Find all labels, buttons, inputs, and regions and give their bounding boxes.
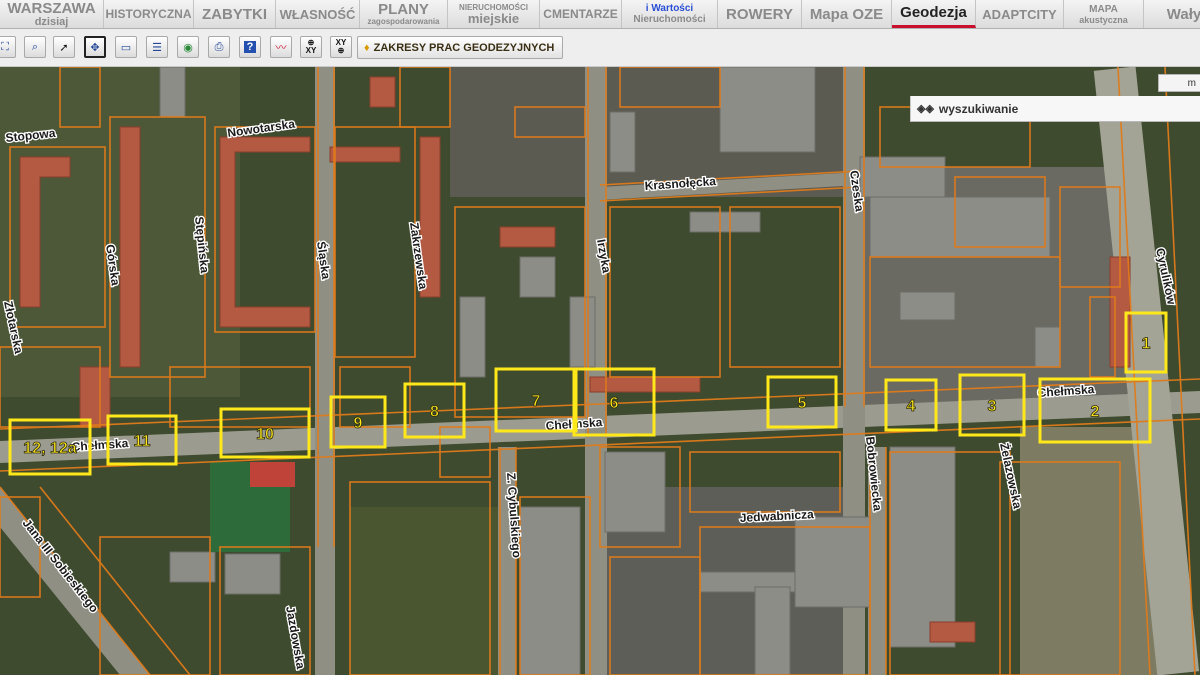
survey-area-label: 6	[610, 395, 619, 412]
tab-label: HISTORYCZNA	[105, 7, 192, 21]
tab-waly[interactable]: Wały	[1144, 0, 1200, 28]
tab-zabytki[interactable]: ZABYTKI	[194, 0, 276, 28]
coordinates-xy-icon: ⊕ XY	[305, 38, 317, 55]
line-draw-icon: 〰	[275, 42, 287, 54]
map-toolbar: ⛶ ⌕ ➚ ✥ ▭ ☰ ◉ ⎙ ? 〰 ⊕ XY XY ⊕ ♦ ZAKRESY PRA…	[0, 29, 1200, 67]
zakresy-label: ZAKRESY PRAC GEODEZYJNYCH	[373, 41, 555, 54]
tab-label: PLANY	[378, 1, 429, 18]
tab-mapa-akustyczna[interactable]: MAPA akustyczna	[1064, 0, 1144, 28]
survey-area-label: 1	[1142, 336, 1151, 353]
tab-label: Geodezja	[900, 4, 967, 21]
tab-label: Mapa OZE	[809, 5, 884, 23]
tab-label: ADAPTCITY	[982, 6, 1057, 22]
tab-sublabel: Nieruchomości	[633, 14, 706, 25]
tab-label: WŁASNOŚĆ	[279, 6, 356, 22]
tab-cmentarze[interactable]: CMENTARZE	[540, 0, 622, 28]
globe-button[interactable]: ◉	[177, 36, 199, 58]
tab-sublabel: zagospodarowania	[367, 17, 440, 26]
search-panel[interactable]: ◈◈ wyszukiwanie	[910, 96, 1200, 122]
full-extent-button[interactable]: ⛶	[0, 36, 16, 58]
survey-area-label: 11	[134, 433, 151, 450]
tab-wartosci-nieruchomosci[interactable]: i Wartości Nieruchomości	[622, 0, 718, 28]
tab-nieruchomosci-miejskie[interactable]: NIERUCHOMOŚCI miejskie	[448, 0, 540, 28]
tab-wlasnosc[interactable]: WŁASNOŚĆ	[276, 0, 360, 28]
pointer-button[interactable]: ➚	[53, 36, 75, 58]
tab-sublabel: dzisiaj	[34, 15, 69, 28]
measure-icon: ▭	[120, 41, 132, 54]
tab-label: ZABYTKI	[202, 5, 267, 23]
print-button[interactable]: ⎙	[208, 36, 230, 58]
survey-area-label: 8	[430, 404, 439, 421]
pan-hand-icon: ✥	[90, 41, 100, 54]
survey-area-label: 10	[256, 426, 274, 443]
aerial-map: Stopowa Nowotarska Krasnołęcka Czeska Cy…	[0, 67, 1200, 675]
tab-geodezja[interactable]: Geodezja	[892, 0, 976, 28]
full-extent-icon: ⛶	[1, 40, 9, 53]
survey-area-label: 3	[988, 398, 997, 415]
help-button[interactable]: ?	[239, 36, 261, 58]
tab-historyczna[interactable]: HISTORYCZNA	[104, 0, 194, 28]
search-label: wyszukiwanie	[938, 101, 1019, 116]
survey-area-label: 7	[532, 393, 541, 410]
print-icon: ⎙	[214, 40, 224, 53]
survey-area-label: 5	[798, 395, 807, 412]
legend-button[interactable]: ☰	[146, 36, 168, 58]
survey-area-label: 2	[1091, 404, 1100, 421]
goto-xy-label: XY	[335, 38, 347, 47]
tab-label: ROWERY	[726, 5, 793, 23]
globe-icon: ◉	[183, 41, 193, 54]
top-navigation: WARSZAWA dzisiaj HISTORYCZNA ZABYTKI WŁAS…	[0, 0, 1200, 29]
tab-sublabel: miejskie	[467, 11, 520, 26]
measure-button[interactable]: ▭	[115, 36, 137, 58]
binoculars-icon: ◈◈	[917, 103, 934, 115]
legend-icon: ☰	[152, 41, 162, 54]
survey-area-label: 12, 12a	[23, 440, 76, 457]
tab-label: Wały	[1166, 5, 1200, 23]
zakresy-prac-button[interactable]: ♦ ZAKRESY PRAC GEODEZYJNYCH	[357, 36, 564, 59]
tab-mapa-oze[interactable]: Mapa OZE	[802, 0, 892, 28]
map-view[interactable]: Stopowa Nowotarska Krasnołęcka Czeska Cy…	[0, 67, 1200, 675]
tab-label: CMENTARZE	[543, 7, 618, 21]
coordinates-button[interactable]: ⊕ XY	[300, 36, 322, 58]
tab-label: MAPA	[1089, 3, 1118, 15]
line-draw-button[interactable]: 〰	[270, 36, 292, 58]
zoom-window-icon: ⌕	[31, 40, 39, 53]
tab-sublabel: akustyczna	[1079, 14, 1128, 25]
tab-label: WARSZAWA	[7, 0, 96, 17]
survey-area-label: 9	[354, 415, 363, 432]
survey-area-label: 4	[907, 398, 916, 415]
goto-xy-icon: XY ⊕	[335, 38, 347, 55]
coordinates-label: XY	[305, 46, 317, 55]
tab-plany[interactable]: PLANY zagospodarowania	[360, 0, 448, 28]
tab-rowery[interactable]: ROWERY	[718, 0, 802, 28]
pan-button[interactable]: ✥	[84, 36, 106, 58]
goto-xy-button[interactable]: XY ⊕	[330, 36, 352, 58]
pointer-icon: ➚	[59, 41, 69, 54]
tab-warszawa-dzisiaj[interactable]: WARSZAWA dzisiaj	[0, 0, 104, 28]
tab-label: i Wartości	[645, 3, 694, 14]
pin-icon: ♦	[364, 41, 370, 54]
tab-adaptcity[interactable]: ADAPTCITY	[976, 0, 1064, 28]
help-icon: ?	[243, 41, 257, 53]
map-mode-button[interactable]: m	[1158, 74, 1200, 92]
map-mode-label: m	[1187, 77, 1196, 89]
zoom-window-button[interactable]: ⌕	[24, 36, 46, 58]
